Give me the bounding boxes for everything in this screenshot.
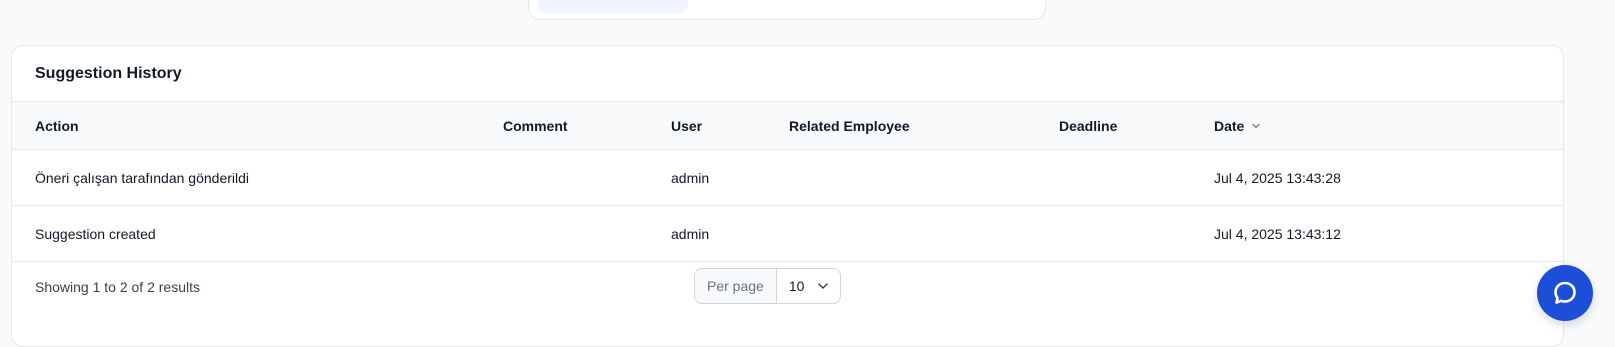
cell-action: Öneri çalışan tarafından gönderildi: [35, 170, 250, 186]
card-title: Suggestion History: [35, 65, 182, 82]
column-header-comment[interactable]: Comment: [503, 118, 568, 134]
column-header-date[interactable]: Date: [1214, 118, 1261, 134]
column-header-related-employee[interactable]: Related Employee: [789, 118, 910, 134]
table-row[interactable]: Öneri çalışan tarafından gönderildi admi…: [12, 150, 1563, 206]
chat-bubble-icon: [1554, 281, 1576, 304]
suggestion-history-card: Suggestion History Action Comment User R…: [11, 45, 1564, 347]
column-header-date-label: Date: [1214, 118, 1245, 134]
column-header-action[interactable]: Action: [35, 118, 79, 134]
tab-rest-partial[interactable]: [701, 0, 1031, 13]
column-header-user[interactable]: User: [671, 118, 702, 134]
cell-user: admin: [671, 170, 710, 186]
cell-date: Jul 4, 2025 13:43:28: [1214, 170, 1341, 186]
table-row[interactable]: Suggestion created admin Jul 4, 2025 13:…: [12, 206, 1563, 262]
tab-active-partial[interactable]: [538, 0, 688, 13]
cell-user: admin: [671, 226, 710, 242]
top-tab-bar: [528, 0, 1046, 20]
cell-date: Jul 4, 2025 13:43:12: [1214, 226, 1341, 242]
per-page-label: Per page: [695, 269, 777, 303]
chevron-down-icon: [818, 283, 829, 289]
pagination-summary: Showing 1 to 2 of 2 results: [35, 279, 200, 295]
per-page-control: Per page 10: [694, 268, 842, 304]
cell-action: Suggestion created: [35, 226, 156, 242]
chevron-down-icon: [1252, 123, 1261, 129]
per-page-value: 10: [788, 278, 805, 294]
table-header: Action Comment User Related Employee Dea…: [12, 101, 1563, 150]
column-header-deadline[interactable]: Deadline: [1059, 118, 1117, 134]
chat-button[interactable]: [1537, 265, 1593, 321]
per-page-select[interactable]: 10: [777, 269, 841, 303]
